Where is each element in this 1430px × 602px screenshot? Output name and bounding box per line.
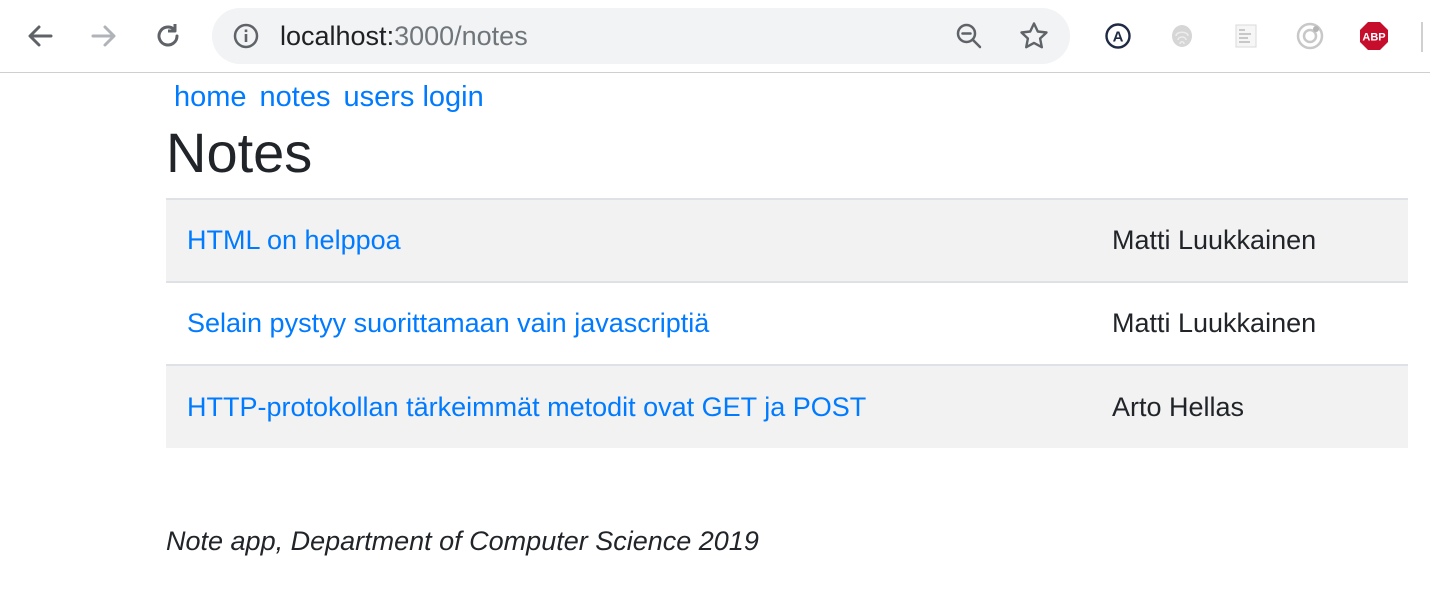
svg-text:A: A bbox=[1113, 29, 1124, 46]
url-text[interactable]: localhost:3000/notes bbox=[280, 21, 528, 51]
table-row: Selain pystyy suorittamaan vain javascri… bbox=[166, 281, 1408, 365]
page-footer: Note app, Department of Computer Science… bbox=[166, 526, 759, 556]
note-link[interactable]: Selain pystyy suorittamaan vain javascri… bbox=[187, 308, 709, 338]
note-link[interactable]: HTML on helppoa bbox=[187, 225, 401, 255]
forward-arrow-icon[interactable] bbox=[86, 18, 122, 54]
note-user-cell: Arto Hellas bbox=[1088, 364, 1408, 448]
extension-a-icon[interactable]: A bbox=[1102, 20, 1134, 52]
table-row: HTTP-protokollan tärkeimmät metodit ovat… bbox=[166, 364, 1408, 448]
nav-link-notes[interactable]: notes bbox=[260, 81, 331, 113]
url-path: 3000/notes bbox=[394, 21, 528, 51]
notes-table: HTML on helppoa Matti Luukkainen Selain … bbox=[166, 198, 1408, 448]
svg-text:ABP: ABP bbox=[1362, 32, 1385, 44]
note-content-cell: HTML on helppoa bbox=[166, 198, 1088, 282]
note-user-cell: Matti Luukkainen bbox=[1088, 281, 1408, 365]
address-bar[interactable]: localhost:3000/notes bbox=[212, 8, 1070, 64]
reload-icon[interactable] bbox=[150, 18, 186, 54]
nav-link-home[interactable]: home bbox=[174, 81, 247, 113]
extension-scribble-icon[interactable] bbox=[1230, 20, 1262, 52]
url-host: localhost: bbox=[280, 21, 395, 51]
zoom-out-icon[interactable] bbox=[954, 21, 984, 51]
page-title: Notes bbox=[166, 121, 313, 184]
nav-link-login[interactable]: users login bbox=[344, 81, 484, 113]
info-icon[interactable] bbox=[232, 22, 260, 50]
browser-toolbar: localhost:3000/notes A ABP bbox=[0, 0, 1430, 73]
note-link[interactable]: HTTP-protokollan tärkeimmät metodit ovat… bbox=[187, 392, 866, 422]
extension-target-icon[interactable] bbox=[1294, 20, 1326, 52]
adblock-plus-icon[interactable]: ABP bbox=[1358, 20, 1390, 52]
note-content-cell: Selain pystyy suorittamaan vain javascri… bbox=[166, 281, 1088, 365]
bookmark-star-icon[interactable] bbox=[1018, 20, 1050, 52]
toolbar-divider bbox=[1421, 22, 1423, 52]
back-arrow-icon[interactable] bbox=[22, 18, 58, 54]
note-content-cell: HTTP-protokollan tärkeimmät metodit ovat… bbox=[166, 364, 1088, 448]
top-navigation: home notes users login bbox=[174, 79, 497, 115]
note-user-cell: Matti Luukkainen bbox=[1088, 198, 1408, 282]
table-row: HTML on helppoa Matti Luukkainen bbox=[166, 198, 1408, 282]
extension-fingerprint-icon[interactable] bbox=[1166, 20, 1198, 52]
